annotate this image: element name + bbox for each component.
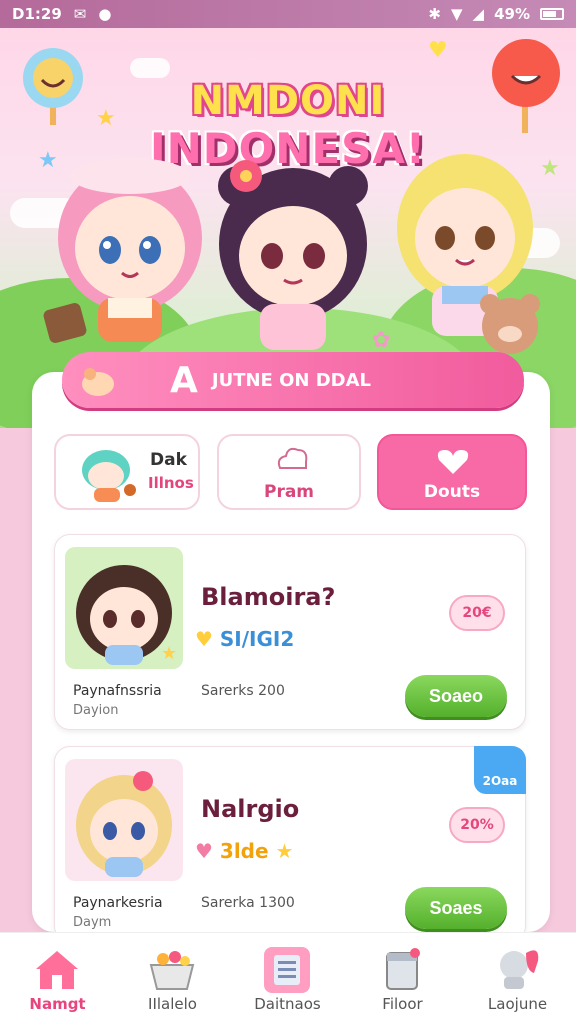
flower-icon: ✿ <box>372 328 391 353</box>
character-icon <box>500 950 539 989</box>
heart-cloud-icon <box>437 450 469 474</box>
basket-icon <box>149 951 195 990</box>
nav-list[interactable]: Daitnaos <box>230 933 345 1025</box>
banner-text: JUTNE ON DDAL <box>211 369 372 391</box>
card-action-button[interactable]: Soaeo <box>405 675 507 717</box>
tab-dak-label: Dak <box>150 450 187 470</box>
cloud-icon <box>277 447 308 469</box>
nav-home-label: Namgt <box>29 995 86 1013</box>
card-action-button[interactable]: Soaes <box>405 887 507 929</box>
dog-icon <box>82 368 114 396</box>
tab-douts[interactable]: Douts <box>377 434 527 510</box>
card-stat: Sarerka 1300 <box>201 895 295 911</box>
star-icon: ★ <box>38 148 58 173</box>
nav-jar-label: Filoor <box>382 995 423 1013</box>
card-tag: ♥ SI/IGI2 <box>195 627 294 651</box>
nav-list-label: Daitnaos <box>254 995 321 1013</box>
star-icon: ★ <box>96 106 116 131</box>
card-title: Blamoira? <box>201 583 336 611</box>
status-bar: D1:29 ✉ ● ✱ ▼ ◢ 49% <box>0 0 576 28</box>
svg-text:★: ★ <box>161 643 177 664</box>
bottom-nav: Namgt IIlalelo Daitnaos Filoor Laojune <box>0 932 576 1025</box>
card-corner-badge: 2Oaa <box>474 746 526 794</box>
chocolate-icon <box>43 303 87 343</box>
card-tag: ♥ 3lde ★ <box>195 839 293 863</box>
app-status-icon: ● <box>98 5 112 23</box>
tab-dak-sublabel: Illnos <box>148 474 194 492</box>
percent-badge: 20% <box>449 807 505 843</box>
home-icon <box>36 951 78 989</box>
tab-douts-label: Douts <box>423 482 481 502</box>
nav-character-label: Laojune <box>487 995 548 1013</box>
promo-banner-button[interactable]: A JUTNE ON DDAL <box>62 352 524 408</box>
card-stat: Sarerks 200 <box>201 683 285 699</box>
nav-home[interactable]: Namgt <box>0 933 115 1025</box>
card-subtitle: Paynarkesria <box>73 895 163 911</box>
notification-icon: ✉ <box>73 5 87 23</box>
character-thumbnail: ★ <box>65 547 183 669</box>
tab-dak[interactable]: Dak Illnos <box>54 434 200 510</box>
jar-icon <box>386 948 420 990</box>
heart-icon: ♥ <box>195 627 213 651</box>
star-icon: ★ <box>540 156 560 181</box>
bluetooth-icon: ✱ <box>428 5 441 23</box>
card-caption: Dayion <box>73 703 119 718</box>
character-card[interactable]: ★ Blamoira? ♥ SI/IGI2 20€ Paynafnssria D… <box>54 534 526 730</box>
heart-icon: ♥ <box>428 38 448 63</box>
wifi-icon: ▼ <box>451 5 463 23</box>
tab-pram[interactable]: Pram <box>217 434 361 510</box>
percent-badge: 20€ <box>449 595 505 631</box>
status-time: D1:29 <box>12 5 62 23</box>
tab-pram-label: Pram <box>263 482 315 502</box>
card-subtitle: Paynafnssria <box>73 683 162 699</box>
card-tag-text: 3lde <box>219 839 269 863</box>
card-title: Nalrgio <box>201 795 300 823</box>
app-title-line1: NMDONI <box>190 78 386 124</box>
nav-basket[interactable]: IIlalelo <box>115 933 230 1025</box>
signal-icon: ◢ <box>472 5 485 23</box>
character-thumbnail <box>65 759 183 881</box>
nav-jar[interactable]: Filoor <box>345 933 460 1025</box>
nav-basket-label: IIlalelo <box>148 995 197 1013</box>
battery-icon <box>540 8 564 20</box>
card-caption: Daym <box>73 915 112 930</box>
character-card[interactable]: 2Oaa Nalrgio ♥ 3lde ★ 20% Paynarkesria D… <box>54 746 526 942</box>
bear-icon <box>480 294 540 354</box>
heart-icon: ♥ <box>195 839 213 863</box>
banner-letter: A <box>170 359 198 401</box>
card-tag-text: SI/IGI2 <box>219 627 295 651</box>
chibi-dark-girl <box>218 160 368 350</box>
list-icon <box>264 947 310 993</box>
star-icon: ★ <box>275 839 294 863</box>
nav-character[interactable]: Laojune <box>460 933 575 1025</box>
battery-percent: 49% <box>494 5 530 23</box>
chibi-teal-icon <box>82 450 136 502</box>
